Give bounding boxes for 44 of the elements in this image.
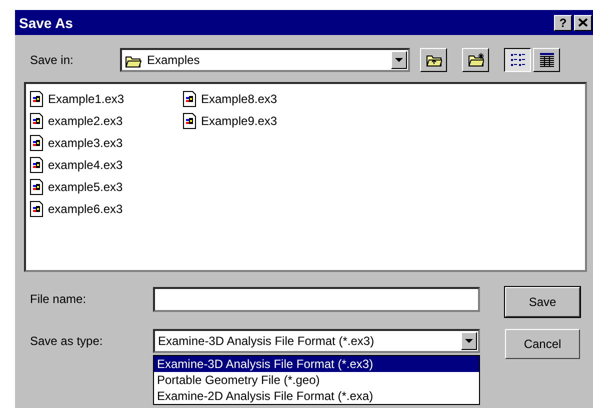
close-button[interactable] xyxy=(574,14,592,30)
close-icon xyxy=(578,18,588,27)
file-icon xyxy=(30,157,43,173)
file-item[interactable]: example5.ex3 xyxy=(30,176,183,198)
help-button[interactable]: ? xyxy=(554,14,572,30)
file-name-label: File name: xyxy=(30,291,88,308)
details-view-button[interactable] xyxy=(533,48,560,72)
save-in-label: Save in: xyxy=(30,53,74,67)
file-name-field[interactable] xyxy=(153,287,480,312)
dropdown-arrow-button[interactable] xyxy=(391,51,407,69)
file-item[interactable]: example3.ex3 xyxy=(30,132,183,154)
details-view-icon xyxy=(538,52,554,68)
dropdown-option[interactable]: Examine-2D Analysis File Format (*.exa) xyxy=(154,388,479,404)
file-item[interactable]: Example8.ex3 xyxy=(183,88,336,110)
save-as-type-dropdown[interactable]: Examine-3D Analysis File Format (*.ex3) xyxy=(153,329,480,353)
file-icon xyxy=(30,135,43,151)
dialog-button[interactable]: Cancel xyxy=(505,329,580,359)
dropdown-option[interactable]: Examine-3D Analysis File Format (*.ex3) xyxy=(154,356,479,372)
file-item[interactable]: example6.ex3 xyxy=(30,198,183,220)
list-view-button[interactable] xyxy=(504,48,531,72)
save-in-dropdown[interactable]: Examples xyxy=(120,48,410,72)
dropdown-arrow-button[interactable] xyxy=(461,332,477,350)
new-folder-button[interactable] xyxy=(462,48,489,72)
dropdown-option[interactable]: Portable Geometry File (*.geo) xyxy=(154,372,479,388)
file-icon xyxy=(30,113,43,129)
file-icon xyxy=(30,201,43,217)
file-item[interactable]: example4.ex3 xyxy=(30,154,183,176)
file-icon xyxy=(30,91,43,107)
save-in-value: Examples xyxy=(147,53,200,67)
window-title: Save As xyxy=(19,14,73,30)
folder-sparkle-icon xyxy=(468,52,484,68)
file-icon xyxy=(183,113,196,129)
caret-icon xyxy=(465,339,473,343)
file-icon xyxy=(30,179,43,195)
file-item[interactable]: Example1.ex3 xyxy=(30,88,183,110)
file-list[interactable]: Example1.ex3 example2.ex3 example3.ex3 example4.ex3 example5.ex3 example6.ex3 Example8.ex3 Example9.ex3 xyxy=(24,82,587,272)
up-folder-button[interactable] xyxy=(420,48,447,72)
save-as-type-label: Save as type: xyxy=(30,333,104,350)
file-icon xyxy=(183,91,196,107)
file-item[interactable]: example2.ex3 xyxy=(30,110,183,132)
dialog-button[interactable]: Save xyxy=(505,287,580,317)
file-item[interactable]: Example9.ex3 xyxy=(183,110,336,132)
caret-icon xyxy=(395,58,403,62)
list-view-icon xyxy=(510,52,526,68)
